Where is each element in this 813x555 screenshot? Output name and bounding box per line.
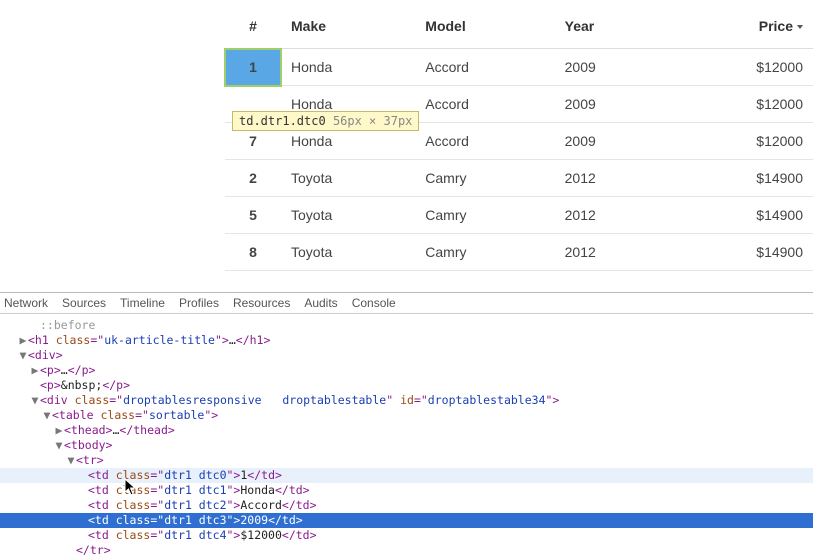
tab-network[interactable]: Network (4, 296, 48, 310)
tooltip-dims: 56px × 37px (333, 114, 412, 128)
dom-line[interactable]: ▶<h1 class="uk-article-title">…</h1> (0, 333, 813, 348)
cell-model[interactable]: Accord (415, 123, 554, 160)
table-row: 8 Toyota Camry 2012 $14900 (225, 234, 813, 271)
dom-line[interactable]: <td class="dtr1 dtc4">$12000</td> (0, 528, 813, 543)
cell-price[interactable]: $12000 (667, 86, 813, 123)
cell-year[interactable]: 2012 (555, 197, 667, 234)
dom-line[interactable]: <td class="dtr1 dtc2">Accord</td> (0, 498, 813, 513)
dom-line[interactable]: ▼<tbody> (0, 438, 813, 453)
cell-make[interactable]: Toyota (281, 160, 415, 197)
tooltip-selector: td.dtr1.dtc0 (239, 114, 326, 128)
tab-profiles[interactable]: Profiles (179, 296, 219, 310)
dom-line[interactable]: <td class="dtr1 dtc0">1</td> (0, 468, 813, 483)
devtools-tabbar: Network Sources Timeline Profiles Resour… (0, 293, 813, 314)
col-model[interactable]: Model (415, 0, 554, 49)
cell-price[interactable]: $12000 (667, 49, 813, 86)
cell-price[interactable]: $12000 (667, 123, 813, 160)
page-content: # Make Model Year Price 1 Honda Accord 2… (0, 0, 813, 292)
table-row: 2 Toyota Camry 2012 $14900 (225, 160, 813, 197)
cell-price[interactable]: $14900 (667, 197, 813, 234)
cell-year[interactable]: 2009 (555, 49, 667, 86)
cars-table: # Make Model Year Price 1 Honda Accord 2… (225, 0, 813, 271)
cell-year[interactable]: 2009 (555, 123, 667, 160)
dom-line[interactable]: <td class="dtr1 dtc1">Honda</td> (0, 483, 813, 498)
cell-year[interactable]: 2009 (555, 86, 667, 123)
cell-price[interactable]: $14900 (667, 160, 813, 197)
tab-resources[interactable]: Resources (233, 296, 290, 310)
cell-model[interactable]: Accord (415, 86, 554, 123)
devtools-panel: Network Sources Timeline Profiles Resour… (0, 292, 813, 555)
cell-model[interactable]: Accord (415, 49, 554, 86)
col-price[interactable]: Price (667, 0, 813, 49)
table-row: 1 Honda Accord 2009 $12000 (225, 49, 813, 86)
tab-sources[interactable]: Sources (62, 296, 106, 310)
dom-tree[interactable]: ::before ▶<h1 class="uk-article-title">…… (0, 314, 813, 555)
dom-line-selected[interactable]: <td class="dtr1 dtc3">2009</td> (0, 513, 813, 528)
col-num[interactable]: # (225, 0, 281, 49)
cell-num[interactable]: 5 (225, 197, 281, 234)
cell-price[interactable]: $14900 (667, 234, 813, 271)
dom-line[interactable]: ▼<div class="droptablesresponsive dropta… (0, 393, 813, 408)
cell-year[interactable]: 2012 (555, 234, 667, 271)
cell-model[interactable]: Camry (415, 234, 554, 271)
dom-line[interactable]: ::before (0, 318, 813, 333)
cell-num[interactable]: 1 (225, 49, 281, 86)
cell-num[interactable]: 2 (225, 160, 281, 197)
dom-line[interactable]: </tr> (0, 543, 813, 555)
table-row: 5 Toyota Camry 2012 $14900 (225, 197, 813, 234)
sort-desc-icon (797, 25, 803, 29)
cell-model[interactable]: Camry (415, 160, 554, 197)
dom-line[interactable]: ▶<p>…</p> (0, 363, 813, 378)
table-header-row: # Make Model Year Price (225, 0, 813, 49)
cell-num[interactable]: 8 (225, 234, 281, 271)
dom-line[interactable]: ▼<tr> (0, 453, 813, 468)
cell-make[interactable]: Toyota (281, 197, 415, 234)
element-inspect-tooltip: td.dtr1.dtc0 56px × 37px (232, 111, 419, 131)
cell-make[interactable]: Toyota (281, 234, 415, 271)
tab-audits[interactable]: Audits (304, 296, 337, 310)
dom-line[interactable]: ▶<thead>…</thead> (0, 423, 813, 438)
tab-console[interactable]: Console (352, 296, 396, 310)
col-make[interactable]: Make (281, 0, 415, 49)
dom-line[interactable]: ▼<div> (0, 348, 813, 363)
tab-timeline[interactable]: Timeline (120, 296, 165, 310)
dom-line[interactable]: ▼<table class="sortable"> (0, 408, 813, 423)
col-year[interactable]: Year (555, 0, 667, 49)
cell-model[interactable]: Camry (415, 197, 554, 234)
dom-line[interactable]: <p>&nbsp;</p> (0, 378, 813, 393)
cell-year[interactable]: 2012 (555, 160, 667, 197)
cell-make[interactable]: Honda (281, 49, 415, 86)
